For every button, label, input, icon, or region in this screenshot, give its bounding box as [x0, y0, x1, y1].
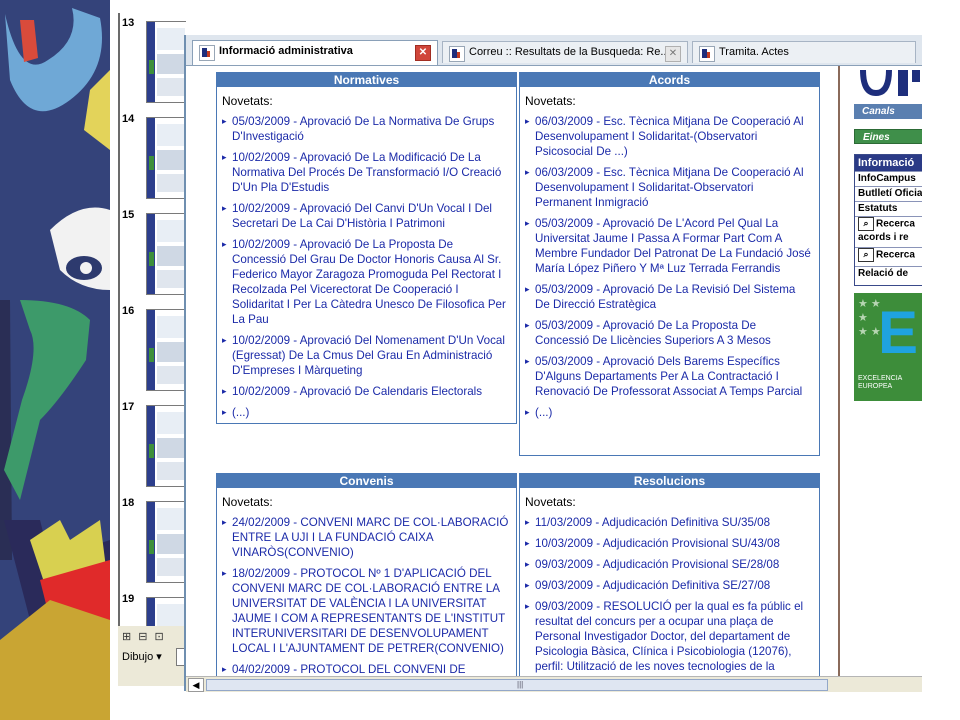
slide-number: 18 [122, 497, 135, 509]
more-link[interactable]: ▸ (...) [222, 405, 510, 420]
right-sidebar: Canals Eines Informació InfoCampus Butll… [838, 66, 922, 676]
close-tab-icon[interactable]: ✕ [415, 45, 431, 61]
news-link[interactable]: ▸ 10/02/2009 - Aprovació De Calendaris El… [222, 384, 510, 399]
panel-normatives: Normatives Novetats: ▸ 05/03/2009 - Aprov… [216, 72, 517, 424]
news-link[interactable]: ▸ 10/02/2009 - Aprovació De La Modificaci… [222, 150, 510, 195]
eines-button[interactable]: Eines [854, 129, 922, 144]
slide-preview[interactable] [146, 405, 186, 487]
news-link[interactable]: ▸ 10/02/2009 - Aprovació De La Proposta D… [222, 237, 510, 327]
favicon-icon [699, 46, 715, 62]
slide-preview[interactable] [146, 117, 186, 199]
tab-informacio-administrativa[interactable]: Informació administrativa ✕ [192, 40, 438, 65]
slide-number: 17 [122, 401, 135, 413]
news-link[interactable]: ▸ 10/02/2009 - Aprovació Del Canvi D'Un V… [222, 201, 510, 231]
panel-intro: Novetats: [525, 495, 576, 509]
slide-number: 14 [122, 113, 135, 125]
news-list: ▸ 05/03/2009 - Aprovació De La Normativa … [217, 114, 516, 420]
badge-caption: EXCELENCIA EUROPEA [858, 375, 902, 390]
excelencia-europea-badge[interactable]: ★ ★ ★ ★ ★ E EXCELENCIA EUROPEA [854, 293, 922, 401]
slide-preview[interactable] [146, 309, 186, 391]
more-link[interactable]: ▸ (...) [525, 405, 813, 420]
tab-correu[interactable]: Correu :: Resultats de la Busqueda: Re..… [442, 41, 688, 63]
news-list: ▸ 24/02/2009 - CONVENI MARC DE COL·LABORA… [217, 515, 516, 676]
slide-number: 13 [122, 17, 135, 29]
search-icon: ⌕ [858, 248, 874, 262]
panel-intro: Novetats: [222, 495, 273, 509]
scrollbar-thumb[interactable]: ||| [206, 679, 828, 691]
slide-thumbnail-14[interactable]: 14 [122, 113, 186, 199]
close-tab-icon[interactable]: ✕ [665, 46, 681, 62]
relacio-link[interactable]: Relació de [855, 266, 922, 281]
euro-logo-icon: E [878, 299, 919, 366]
slide-thumbnail-16[interactable]: 16 [122, 305, 186, 391]
browser-window: Informació administrativa ✕ Correu :: Re… [184, 35, 922, 692]
tab-tramita-actes[interactable]: Tramita. Actes [692, 41, 916, 63]
slide-thumbnail-pane[interactable]: 13 14 15 16 17 18 19 [118, 13, 186, 686]
slide-preview[interactable] [146, 501, 186, 583]
tab-label: Tramita. Actes [719, 46, 789, 58]
search-link[interactable]: ⌕ Recerca [855, 247, 922, 266]
info-link-butlleti[interactable]: Butlletí Oficial [855, 186, 922, 201]
news-link[interactable]: ▸ 09/03/2009 - RESOLUCIÓ per la qual es f… [525, 599, 813, 674]
tab-label: Correu :: Resultats de la Busqueda: Re..… [469, 46, 670, 58]
scroll-left-icon[interactable]: ◀ [188, 678, 204, 692]
news-link[interactable]: ▸ 06/03/2009 - Esc. Tècnica Mitjana De Co… [525, 114, 813, 159]
pane-divider [118, 13, 120, 686]
info-box: Informació InfoCampus Butlletí Oficial E… [854, 154, 922, 286]
news-link[interactable]: ▸ 04/02/2009 - PROTOCOL DEL CONVENI DE [222, 662, 510, 676]
news-link[interactable]: ▸ 05/03/2009 - Aprovació Dels Barems Espe… [525, 354, 813, 399]
tab-bar: Informació administrativa ✕ Correu :: Re… [186, 35, 922, 66]
page-content: Normatives Novetats: ▸ 05/03/2009 - Aprov… [186, 66, 922, 676]
panel-resolucions: Resolucions Novetats: ▸ 11/03/2009 - Adju… [519, 473, 820, 676]
info-link-estatuts[interactable]: Estatuts [855, 201, 922, 216]
panel-title: Acords [520, 73, 819, 87]
news-list: ▸ 11/03/2009 - Adjudicación Definitiva SU… [520, 515, 819, 674]
draw-menu-button[interactable]: Dibujo ▾ [122, 650, 162, 663]
news-link[interactable]: ▸ 10/03/2009 - Adjudicación Provisional S… [525, 536, 813, 551]
news-link[interactable]: ▸ 24/02/2009 - CONVENI MARC DE COL·LABORA… [222, 515, 510, 560]
slide-thumbnail-17[interactable]: 17 [122, 401, 186, 487]
panel-intro: Novetats: [525, 94, 576, 108]
news-link[interactable]: ▸ 11/03/2009 - Adjudicación Definitiva SU… [525, 515, 813, 530]
news-list: ▸ 06/03/2009 - Esc. Tècnica Mitjana De Co… [520, 114, 819, 420]
panel-title: Resolucions [520, 474, 819, 488]
panel-acords: Acords Novetats: ▸ 06/03/2009 - Esc. Tècn… [519, 72, 820, 456]
grip-icon: ||| [517, 680, 524, 689]
ppt-toolbar: ⊞ ⊟ ⊡ Dibujo ▾ [118, 626, 186, 686]
slide-number: 15 [122, 209, 135, 221]
news-link[interactable]: ▸ 05/03/2009 - Aprovació De La Revisió De… [525, 282, 813, 312]
panel-convenis: Convenis Novetats: ▸ 24/02/2009 - CONVENI… [216, 473, 517, 676]
slide-thumbnail-13[interactable]: 13 [122, 17, 186, 103]
info-link-infocampus[interactable]: InfoCampus [855, 171, 922, 186]
canals-button[interactable]: Canals [854, 104, 922, 119]
news-link[interactable]: ▸ 18/02/2009 - PROTOCOL Nº 1 D'APLICACIÓ … [222, 566, 510, 656]
search-acords-link[interactable]: ⌕ Recerca acords i re [855, 216, 922, 247]
university-logo[interactable] [854, 66, 922, 100]
slide-number: 19 [122, 593, 135, 605]
news-link[interactable]: ▸ 10/02/2009 - Aprovació Del Nomenament D… [222, 333, 510, 378]
slide-number: 16 [122, 305, 135, 317]
slide-preview[interactable] [146, 21, 186, 103]
info-header: Informació [855, 155, 922, 171]
news-link[interactable]: ▸ 09/03/2009 - Adjudicación Definitiva SE… [525, 578, 813, 593]
view-mode-icons[interactable]: ⊞ ⊟ ⊡ [122, 630, 166, 643]
favicon-icon [199, 45, 215, 61]
slide-thumbnail-18[interactable]: 18 [122, 497, 186, 583]
slide-thumbnail-15[interactable]: 15 [122, 209, 186, 295]
favicon-icon [449, 46, 465, 62]
news-link[interactable]: ▸ 05/03/2009 - Aprovació De La Proposta D… [525, 318, 813, 348]
panel-title: Convenis [217, 474, 516, 488]
search-icon: ⌕ [858, 217, 874, 231]
news-link[interactable]: ▸ 05/03/2009 - Aprovació De L'Acord Pel Q… [525, 216, 813, 276]
panel-title: Normatives [217, 73, 516, 87]
panel-intro: Novetats: [222, 94, 273, 108]
news-link[interactable]: ▸ 05/03/2009 - Aprovació De La Normativa … [222, 114, 510, 144]
tab-label: Informació administrativa [219, 45, 353, 57]
slide-preview[interactable] [146, 213, 186, 295]
horizontal-scrollbar[interactable]: ◀ ||| [186, 676, 922, 692]
news-link[interactable]: ▸ 06/03/2009 - Esc. Tècnica Mitjana De Co… [525, 165, 813, 210]
decorative-artwork [0, 0, 110, 720]
news-link[interactable]: ▸ 09/03/2009 - Adjudicación Provisional S… [525, 557, 813, 572]
